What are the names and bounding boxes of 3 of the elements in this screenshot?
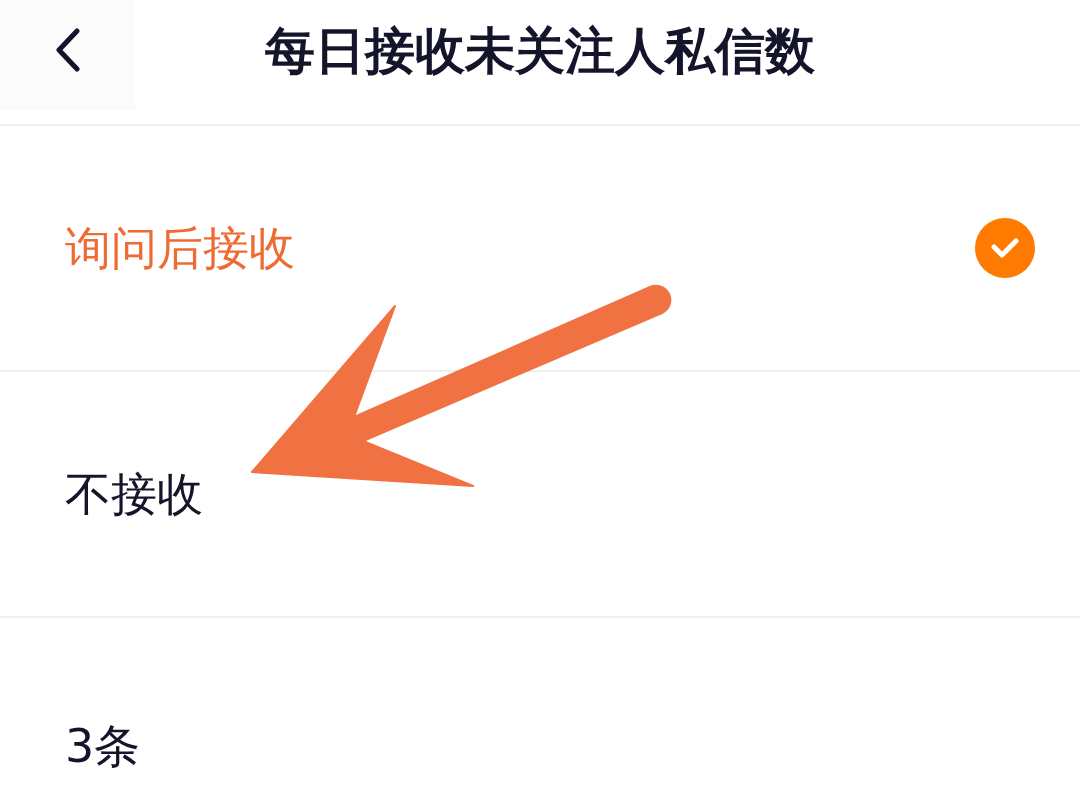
- back-chevron-icon: [54, 28, 81, 72]
- back-button[interactable]: [0, 0, 135, 110]
- page-title: 每日接收未关注人私信数: [264, 21, 816, 80]
